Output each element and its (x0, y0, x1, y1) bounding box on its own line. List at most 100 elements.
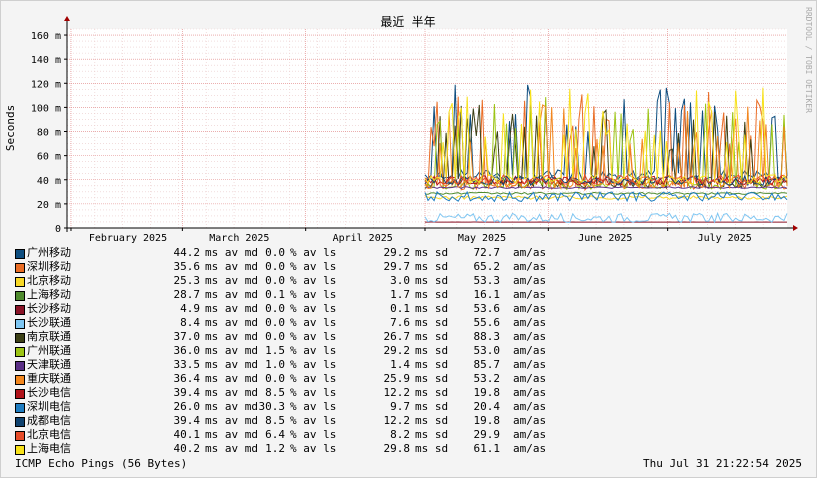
legend-avg-value: 40.2 (173, 442, 201, 455)
legend-avg-value: 28.7 (173, 288, 201, 301)
legend-loss-unit: % av ls (290, 330, 337, 343)
legend-am-value: 61.1 (473, 442, 501, 455)
legend-am-value: 19.8 (473, 414, 501, 427)
legend-sd-unit: ms sd (415, 316, 449, 329)
legend-loss-unit: % av ls (290, 428, 337, 441)
legend-sd-value: 12.2 (383, 386, 411, 399)
legend-am-value: 29.9 (473, 428, 501, 441)
legend-series-name: 成都电信 (27, 414, 71, 427)
legend-am-value: 65.2 (473, 260, 501, 273)
legend-avg-value: 44.2 (173, 246, 201, 259)
legend-avg-value: 8.4 (180, 316, 200, 329)
legend-loss-value: 1.5 (265, 344, 285, 357)
legend-am-value: 19.8 (473, 386, 501, 399)
legend-avg-value: 26.0 (173, 400, 201, 413)
legend-loss-unit: % av ls (290, 358, 337, 371)
y-tick-label: 120 m (31, 79, 61, 90)
legend-am-value: 53.6 (473, 302, 501, 315)
legend-series-name: 北京电信 (27, 428, 71, 441)
legend-sd-unit: ms sd (415, 442, 449, 455)
x-tick-label: June 2025 (578, 233, 632, 244)
legend-loss-unit: % av ls (290, 400, 337, 413)
legend-loss-value: 1.0 (265, 358, 285, 371)
y-tick-label: 40 m (37, 176, 61, 187)
legend-avg-value: 33.5 (173, 358, 201, 371)
legend-loss-unit: % av ls (290, 442, 337, 455)
legend-series-name: 深圳电信 (27, 400, 71, 413)
legend-loss-value: 0.0 (265, 260, 285, 273)
legend-sd-unit: ms sd (415, 344, 449, 357)
legend-loss-value: 0.0 (265, 372, 285, 385)
legend-am-unit: am/as (513, 358, 547, 371)
legend-am-value: 88.3 (473, 330, 501, 343)
legend-swatch (15, 291, 25, 301)
legend-avg-value: 39.4 (173, 414, 201, 427)
x-tick-labels: February 2025 March 2025 April 2025 May 202… (89, 233, 752, 244)
legend-avg-value: 36.0 (173, 344, 201, 357)
legend-sd-value: 1.4 (390, 358, 410, 371)
legend-sd-unit: ms sd (415, 372, 449, 385)
legend-am-unit: am/as (513, 274, 547, 287)
legend-series-name: 广州移动 (27, 246, 71, 259)
legend-avg-value: 40.1 (173, 428, 201, 441)
legend-am-unit: am/as (513, 330, 547, 343)
legend-swatch (15, 403, 25, 413)
y-tick-label: 100 m (31, 103, 61, 114)
legend-sd-value: 9.7 (390, 400, 410, 413)
legend-series-name: 上海移动 (27, 288, 71, 301)
legend-sd-value: 29.2 (383, 246, 411, 259)
x-tick-label: April 2025 (333, 233, 393, 244)
legend-avg-value: 36.4 (173, 372, 201, 385)
legend-am-unit: am/as (513, 316, 547, 329)
legend-series-name: 深圳移动 (27, 260, 71, 273)
legend-avg-value: 37.0 (173, 330, 201, 343)
legend-series-name: 长沙电信 (27, 386, 71, 399)
watermark-label: RRDTOOL / TOBI OETIKER (804, 7, 813, 113)
legend-loss-unit: % av ls (290, 260, 337, 273)
legend-sd-unit: ms sd (415, 386, 449, 399)
legend-swatch (15, 319, 25, 329)
legend-am-unit: am/as (513, 246, 547, 259)
y-tick-label: 80 m (37, 128, 61, 139)
legend-loss-unit: % av ls (290, 274, 337, 287)
y-axis-arrow (64, 16, 70, 21)
legend-am-value: 72.7 (473, 246, 501, 259)
footer-description: ICMP Echo Pings (56 Bytes) (15, 457, 188, 470)
legend-swatch (15, 389, 25, 399)
legend-am-unit: am/as (513, 344, 547, 357)
x-axis-arrow (793, 225, 798, 231)
legend-sd-unit: ms sd (415, 246, 449, 259)
legend-series-name: 长沙移动 (27, 302, 71, 315)
legend-loss-unit: % av ls (290, 386, 337, 399)
legend-am-value: 16.1 (473, 288, 501, 301)
y-tick-label: 160 m (31, 31, 61, 42)
legend-swatch (15, 417, 25, 427)
legend-swatch (15, 445, 25, 455)
legend-loss-value: 8.5 (265, 386, 285, 399)
legend-loss-unit: % av ls (290, 344, 337, 357)
legend-series-name: 南京联通 (27, 330, 71, 343)
legend-sd-value: 26.7 (383, 330, 411, 343)
legend-sd-unit: ms sd (415, 302, 449, 315)
legend-am-unit: am/as (513, 260, 547, 273)
legend-avg-value: 25.3 (173, 274, 201, 287)
legend-loss-unit: % av ls (290, 288, 337, 301)
legend-loss-value: 0.0 (265, 302, 285, 315)
legend-swatch (15, 249, 25, 259)
legend-am-unit: am/as (513, 372, 547, 385)
legend-sd-value: 7.6 (390, 316, 410, 329)
legend-am-unit: am/as (513, 288, 547, 301)
y-tick-labels: 0 20 m 40 m 60 m 80 m 100 m 120 m 140 m 160 m (31, 31, 61, 235)
legend-sd-value: 1.7 (390, 288, 410, 301)
legend-sd-unit: ms sd (415, 358, 449, 371)
legend-avg-value: 4.9 (180, 302, 200, 315)
legend-loss-value: 0.0 (265, 330, 285, 343)
chart-title: 最近 半年 (380, 15, 435, 29)
legend-swatch (15, 375, 25, 385)
legend-sd-unit: ms sd (415, 274, 449, 287)
legend-am-value: 55.6 (473, 316, 501, 329)
legend-am-unit: am/as (513, 386, 547, 399)
legend-sd-value: 12.2 (383, 414, 411, 427)
legend-sd-unit: ms sd (415, 288, 449, 301)
legend-loss-unit: % av ls (290, 372, 337, 385)
